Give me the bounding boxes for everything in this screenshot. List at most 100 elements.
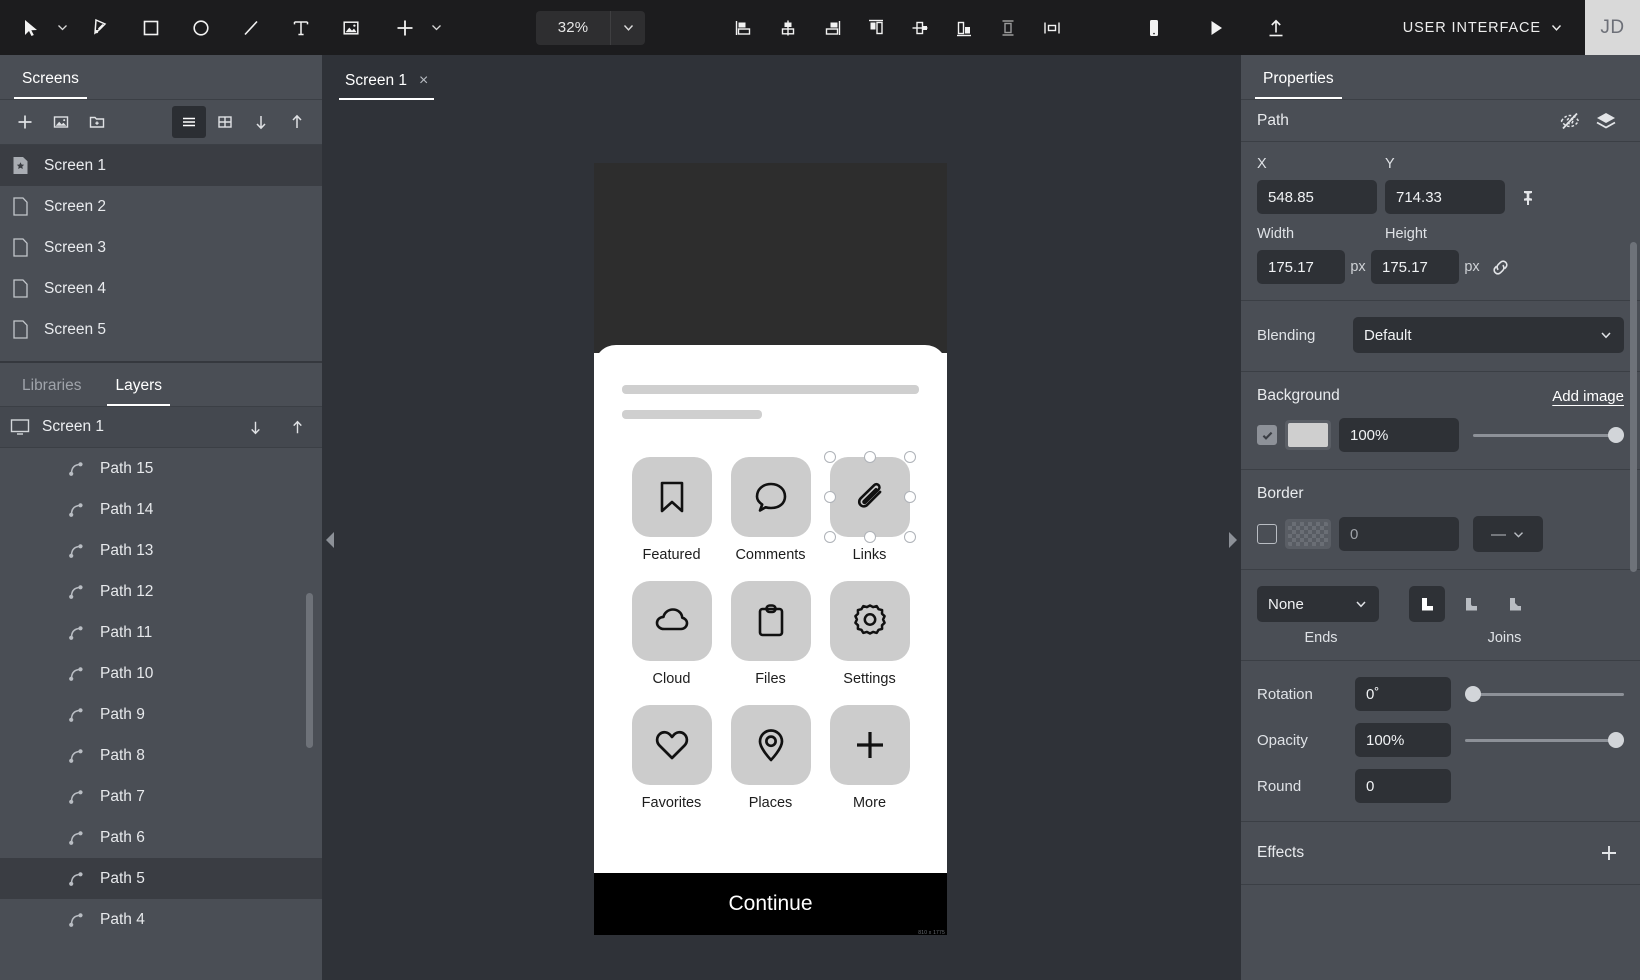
layer-list-item[interactable]: Path 11 <box>0 612 322 653</box>
resize-handle-bottom-center[interactable] <box>863 531 876 543</box>
resize-handle-bottom-right[interactable] <box>903 531 916 543</box>
icon-tile-selected[interactable] <box>823 451 916 543</box>
background-opacity-input[interactable] <box>1339 418 1459 452</box>
ends-select[interactable]: None <box>1257 586 1379 622</box>
layers-move-up-button[interactable] <box>282 412 312 442</box>
miter-join-button[interactable] <box>1409 586 1445 622</box>
zoom-chevron-down-icon[interactable] <box>611 11 645 45</box>
grid-item-links[interactable]: Links <box>820 451 919 563</box>
border-style-select[interactable]: — <box>1473 516 1543 552</box>
screen-list-item[interactable]: Screen 4 <box>0 268 322 309</box>
layer-list-item[interactable]: Path 13 <box>0 530 322 571</box>
layers-scrollbar[interactable] <box>306 593 313 748</box>
properties-scrollbar[interactable] <box>1630 242 1637 572</box>
tab-properties[interactable]: Properties <box>1255 70 1342 99</box>
rectangle-tool[interactable] <box>130 7 172 49</box>
grid-item-featured[interactable]: Featured <box>622 457 721 563</box>
image-tool[interactable] <box>330 7 372 49</box>
y-input[interactable] <box>1385 180 1505 214</box>
grid-item-comments[interactable]: Comments <box>721 457 820 563</box>
align-center-horizontal-icon[interactable] <box>767 7 809 49</box>
icon-tile[interactable] <box>730 581 811 661</box>
background-color-swatch[interactable] <box>1285 420 1331 450</box>
select-tool-chevron-down-icon[interactable] <box>54 22 70 33</box>
rotation-input[interactable] <box>1355 677 1451 711</box>
height-input[interactable] <box>1371 250 1459 284</box>
layer-list-item[interactable]: Path 5 <box>0 858 322 899</box>
layers-list[interactable]: Path 15 Path 14 Path 13 Path 12 Path 11 … <box>0 448 322 980</box>
icon-tile[interactable] <box>730 705 811 785</box>
resize-handle-middle-left[interactable] <box>823 491 836 503</box>
icon-tile[interactable] <box>631 457 712 537</box>
artboard-screen-1[interactable]: Featured Comments Links Cloud Files Sett… <box>594 163 947 936</box>
line-tool[interactable] <box>230 7 272 49</box>
mobile-preview-icon[interactable] <box>1133 7 1175 49</box>
add-effect-button[interactable] <box>1594 838 1624 868</box>
screen-list-item[interactable]: Screen 3 <box>0 227 322 268</box>
export-upload-icon[interactable] <box>1255 7 1297 49</box>
add-screen-button[interactable] <box>8 106 42 138</box>
x-input[interactable] <box>1257 180 1377 214</box>
tab-layers[interactable]: Layers <box>107 377 170 406</box>
icon-tile[interactable] <box>631 581 712 661</box>
layer-list-item[interactable]: Path 9 <box>0 694 322 735</box>
tab-libraries[interactable]: Libraries <box>14 377 89 406</box>
resize-handle-top-center[interactable] <box>863 451 876 463</box>
layers-move-down-button[interactable] <box>240 412 270 442</box>
zoom-control[interactable]: 32% <box>536 10 645 45</box>
distribute-vertical-icon[interactable] <box>987 7 1029 49</box>
screen-list-item[interactable]: Screen 2 <box>0 186 322 227</box>
opacity-input[interactable] <box>1355 723 1451 757</box>
border-enabled-checkbox[interactable] <box>1257 524 1277 544</box>
round-join-button[interactable] <box>1453 586 1489 622</box>
opacity-slider[interactable] <box>1465 730 1624 750</box>
border-width-input[interactable] <box>1339 517 1459 551</box>
layer-list-item[interactable]: Path 14 <box>0 489 322 530</box>
distribute-horizontal-icon[interactable] <box>1031 7 1073 49</box>
layer-list-item[interactable]: Path 12 <box>0 571 322 612</box>
align-bottom-icon[interactable] <box>943 7 985 49</box>
link-chain-icon[interactable] <box>1485 252 1515 282</box>
sort-down-button[interactable] <box>244 106 278 138</box>
canvas-tab-screen-1[interactable]: Screen 1 × <box>339 72 435 100</box>
properties-scroll-area[interactable]: X Y 548.85 714.33 Width Height 175.17 px… <box>1241 142 1640 980</box>
sort-up-button[interactable] <box>280 106 314 138</box>
grid-item-cloud[interactable]: Cloud <box>622 581 721 687</box>
panel-divider[interactable] <box>0 350 322 362</box>
pen-tool[interactable] <box>80 7 122 49</box>
avatar[interactable]: JD <box>1585 0 1640 55</box>
border-color-swatch[interactable] <box>1285 519 1331 549</box>
zoom-level-value[interactable]: 32% <box>536 19 610 36</box>
resize-handle-middle-right[interactable] <box>903 491 916 503</box>
resize-handle-bottom-left[interactable] <box>823 531 836 543</box>
ellipse-tool[interactable] <box>180 7 222 49</box>
align-top-icon[interactable] <box>855 7 897 49</box>
rotation-slider[interactable] <box>1465 684 1624 704</box>
project-selector[interactable]: USER INTERFACE <box>1403 20 1585 36</box>
add-image-button[interactable] <box>44 106 78 138</box>
layer-list-item[interactable]: Path 4 <box>0 899 322 940</box>
collapse-right-panel-button[interactable] <box>1229 532 1237 548</box>
screen-list-item[interactable]: Screen 1 <box>0 145 322 186</box>
close-icon[interactable]: × <box>419 73 428 89</box>
icon-tile[interactable] <box>829 705 910 785</box>
add-folder-button[interactable] <box>80 106 114 138</box>
layer-list-item[interactable]: Path 6 <box>0 817 322 858</box>
tab-screens[interactable]: Screens <box>14 70 87 99</box>
text-tool[interactable] <box>280 7 322 49</box>
background-opacity-slider[interactable] <box>1473 425 1624 445</box>
play-icon[interactable] <box>1195 7 1237 49</box>
width-input[interactable] <box>1257 250 1345 284</box>
pin-icon[interactable] <box>1513 182 1543 212</box>
grid-item-files[interactable]: Files <box>721 581 820 687</box>
hide-visibility-icon[interactable] <box>1552 105 1588 137</box>
align-center-vertical-icon[interactable] <box>899 7 941 49</box>
icon-tile[interactable] <box>631 705 712 785</box>
grid-item-more[interactable]: More <box>820 705 919 811</box>
select-tool[interactable] <box>10 7 52 49</box>
align-left-icon[interactable] <box>723 7 765 49</box>
list-view-button[interactable] <box>172 106 206 138</box>
collapse-left-panel-button[interactable] <box>326 532 334 548</box>
grid-item-places[interactable]: Places <box>721 705 820 811</box>
grid-item-favorites[interactable]: Favorites <box>622 705 721 811</box>
